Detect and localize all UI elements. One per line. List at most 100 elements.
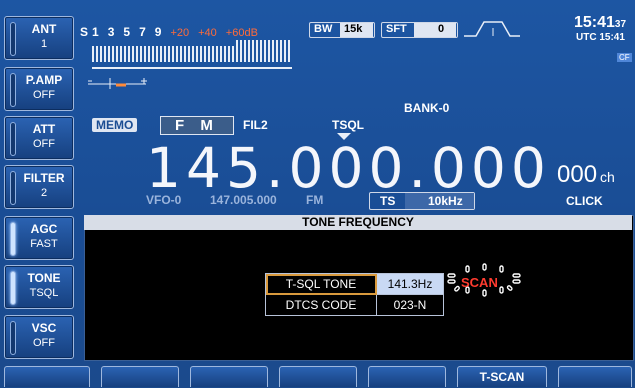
scale-7: 7: [139, 25, 146, 39]
s-meter-bar: [252, 40, 254, 62]
tone-label: TONE: [27, 271, 61, 285]
tone-indicator: [10, 271, 16, 305]
sft-box[interactable]: SFT 0: [381, 22, 458, 38]
s-meter-bar: [120, 46, 122, 62]
filter-shape-icon: [464, 21, 520, 37]
scan-label: SCAN: [461, 275, 498, 290]
filter-indicator: [10, 171, 16, 205]
dtcs-code-label[interactable]: DTCS CODE: [265, 294, 377, 316]
bank-label: BANK-0: [404, 101, 450, 115]
s-meter-bar: [152, 46, 154, 62]
bottom-key-5[interactable]: [368, 366, 446, 387]
s-meter-bar: [124, 46, 126, 62]
ts-label: TS: [380, 194, 396, 208]
table-row[interactable]: T-SQL TONE 141.3Hz: [265, 273, 444, 295]
s-meter-bar: [100, 46, 102, 62]
s-meter-scale: S 1 3 5 7 9 +20 +40 +60dB: [80, 25, 267, 39]
s-meter-bar: [208, 46, 210, 62]
vsc-key[interactable]: VSC OFF: [4, 315, 74, 359]
t-scan-button[interactable]: T-SCAN: [457, 366, 547, 387]
s-meter-bar: [168, 46, 170, 62]
s-meter-bar: [228, 46, 230, 62]
att-key[interactable]: ATT OFF: [4, 116, 74, 160]
sub-vfo: VFO-0: [146, 193, 182, 207]
s-meter-bar: [160, 46, 162, 62]
ts-box[interactable]: TS 10kHz: [369, 192, 475, 210]
agc-value: FAST: [30, 238, 58, 250]
scale-plus20: +20: [170, 27, 190, 39]
s-meter-bar: [236, 40, 238, 62]
pamp-label: P.AMP: [25, 73, 63, 87]
clock-utc: UTC 15:41: [576, 32, 625, 43]
s-meter-bar: [148, 46, 150, 62]
s-meter-bar: [132, 46, 134, 62]
s-meter-bar: [136, 46, 138, 62]
s-meter-bar: [164, 46, 166, 62]
s-meter-bar: [192, 46, 194, 62]
s-meter-bar: [196, 46, 198, 62]
scale-9: 9: [154, 25, 162, 39]
dtcs-code-value[interactable]: 023-N: [376, 294, 444, 316]
clock-time: 15:4137: [574, 14, 626, 32]
filter-value: 2: [40, 187, 48, 199]
filter-key[interactable]: FILTER 2: [4, 165, 74, 209]
tsql-tone-value[interactable]: 141.3Hz: [376, 273, 444, 295]
sft-value: 0: [438, 23, 445, 35]
s-meter-bar: [128, 46, 130, 62]
vsc-label: VSC: [31, 321, 57, 335]
sft-label: SFT: [386, 23, 407, 35]
vsc-value: OFF: [33, 337, 55, 349]
channel-unit: ch: [600, 169, 615, 185]
s-meter-bar: [156, 46, 158, 62]
clock-seconds: 37: [614, 19, 627, 30]
s-meter-bar: [240, 40, 242, 62]
scale-5: 5: [123, 25, 131, 39]
tsql-tone-label[interactable]: T-SQL TONE: [265, 273, 377, 295]
s-meter-bar: [112, 46, 114, 62]
s-meter-bar: [144, 46, 146, 62]
bw-label: BW: [314, 23, 333, 35]
ant-indicator: [10, 22, 16, 56]
sub-mode: FM: [306, 193, 324, 207]
s-meter-bars: [92, 40, 292, 62]
ts-value: 10kHz: [428, 194, 463, 208]
s-meter-bar: [264, 40, 266, 62]
table-row[interactable]: DTCS CODE 023-N: [265, 294, 444, 316]
s-meter-bar: [188, 46, 190, 62]
panel-title: TONE FREQUENCY: [84, 215, 632, 230]
s-meter-bar: [96, 46, 98, 62]
vsc-indicator: [10, 321, 16, 355]
tsql-tag: TSQL: [332, 118, 364, 132]
s-meter-bar: [212, 46, 214, 62]
ant-label: ANT: [31, 22, 57, 36]
bottom-key-3[interactable]: [190, 366, 268, 387]
bottom-key-2[interactable]: [101, 366, 179, 387]
s-meter-bar: [140, 46, 142, 62]
bottom-key-4[interactable]: [279, 366, 357, 387]
memo-tag: MEMO: [92, 118, 138, 132]
clock-hhmm: 15:41: [574, 14, 615, 31]
cf-badge: CF: [617, 53, 632, 62]
s-meter-bar: [272, 40, 274, 62]
s-meter-bar: [108, 46, 110, 62]
agc-key[interactable]: AGC FAST: [4, 216, 74, 260]
s-meter-bar: [280, 40, 282, 62]
pamp-key[interactable]: P.AMP OFF: [4, 67, 74, 111]
s-meter-bar: [284, 40, 286, 62]
s-meter-bar: [180, 46, 182, 62]
mode-tag: F M: [160, 116, 234, 135]
ant-key[interactable]: ANT 1: [4, 16, 74, 60]
scale-plus60: +60dB: [225, 27, 258, 39]
s-meter-bar: [172, 46, 174, 62]
bottom-key-7[interactable]: [558, 366, 632, 387]
bottom-key-1[interactable]: [4, 366, 90, 387]
s-meter-bar: [216, 46, 218, 62]
tone-key[interactable]: TONE TSQL: [4, 265, 74, 309]
tone-value: TSQL: [29, 287, 59, 299]
s-meter-bar: [200, 46, 202, 62]
fil-tag: FIL2: [243, 118, 268, 132]
bw-box[interactable]: BW 15k: [309, 22, 375, 38]
scale-plus40: +40: [198, 27, 217, 39]
att-indicator: [10, 122, 16, 156]
s-meter-bar: [268, 40, 270, 62]
